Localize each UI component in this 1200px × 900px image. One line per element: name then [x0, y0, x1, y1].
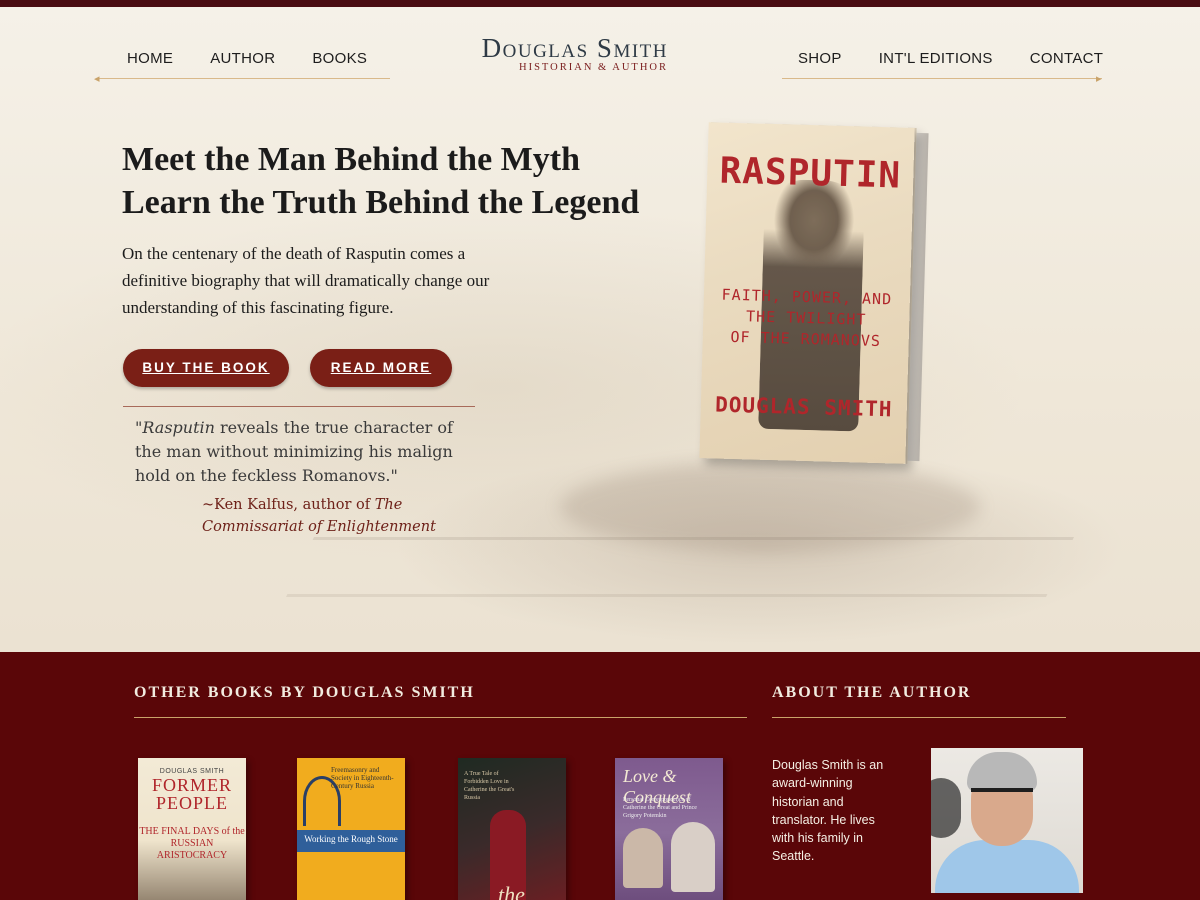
rasputin-book-cover[interactable]: RASPUTIN FAITH, POWER, AND THE TWILIGHT …: [699, 122, 915, 464]
other-books-heading: OTHER BOOKS BY DOUGLAS SMITH: [134, 684, 475, 701]
nav-author[interactable]: AUTHOR: [210, 50, 275, 67]
hero-background-texture: [286, 537, 1074, 597]
photo-background-art: [931, 778, 961, 838]
thumb-top-text: A True Tale of Forbidden Love in Catheri…: [464, 771, 515, 801]
thumb-title: Working the Rough Stone: [304, 834, 398, 844]
hero-headline: Meet the Man Behind the Myth Learn the T…: [122, 138, 642, 224]
logo-name: Douglas Smith: [481, 33, 668, 63]
thumb-portrait-2: [671, 822, 715, 892]
nav-divider-left: [98, 78, 390, 79]
nav-right: SHOP INT'L EDITIONS CONTACT: [798, 50, 1140, 67]
arrow-left-icon: ◂: [94, 72, 100, 85]
other-books-divider: [134, 717, 747, 718]
cover-subtitle: FAITH, POWER, AND THE TWILIGHT OF THE RO…: [702, 284, 910, 353]
nav-contact[interactable]: CONTACT: [1030, 50, 1103, 67]
thumb-subtitle: THE FINAL DAYS of the RUSSIAN ARISTOCRAC…: [139, 826, 245, 861]
about-author-text: Douglas Smith is an award-winning histor…: [772, 758, 884, 864]
review-quote: "Rasputin reveals the true character of …: [135, 416, 480, 488]
top-bar: [0, 0, 1200, 7]
thumb-title: the Pearl: [498, 882, 525, 900]
arrow-right-icon: ▸: [1096, 72, 1102, 85]
quote-attribution: ~Ken Kalfus, author of The Commissariat …: [202, 494, 462, 538]
hero-intro: On the centenary of the death of Rasputi…: [122, 244, 490, 317]
headline-line-1: Meet the Man Behind the Myth: [122, 141, 581, 178]
logo-tagline: HISTORIAN & AUTHOR: [519, 62, 668, 73]
thumb-subtitle: Personal Correspondence of Catherine the…: [623, 797, 697, 819]
book-thumb-working-the-rough-stone[interactable]: Freemasonry and Society in Eighteenth-Ce…: [297, 758, 405, 900]
photo-hair: [967, 752, 1037, 792]
photo-shirt: [935, 840, 1079, 893]
about-author-divider: [772, 717, 1066, 718]
nav-intl-editions[interactable]: INT'L EDITIONS: [879, 50, 993, 67]
nav-home[interactable]: HOME: [127, 50, 173, 67]
book-thumb-love-and-conquest[interactable]: Love & Conquest Personal Correspondence …: [615, 758, 723, 900]
book-thumb-former-people[interactable]: DOUGLAS SMITH FORMER PEOPLE THE FINAL DA…: [138, 758, 246, 900]
author-photo[interactable]: [931, 748, 1083, 893]
thumb-title-line-1: FORMER: [151, 775, 233, 795]
thumb-title: FORMER PEOPLE: [138, 776, 246, 812]
nav-left: HOME AUTHOR BOOKS: [127, 50, 404, 67]
attribution-prefix: ~Ken Kalfus, author of: [202, 497, 375, 513]
buy-book-button[interactable]: BUY THE BOOK: [123, 349, 289, 387]
glasses-icon: [971, 788, 1033, 802]
quote-book-title: Rasputin: [142, 418, 215, 437]
cover-subtitle-line-3: OF THE ROMANOVS: [730, 327, 882, 351]
nav-shop[interactable]: SHOP: [798, 50, 842, 67]
thumb-portrait: [623, 828, 663, 888]
about-author-heading: ABOUT THE AUTHOR: [772, 684, 972, 701]
book-thumb-the-pearl[interactable]: A True Tale of Forbidden Love in Catheri…: [458, 758, 566, 900]
headline-line-2: Learn the Truth Behind the Legend: [122, 184, 640, 221]
quote-divider: [123, 406, 475, 407]
thumb-top-text: Freemasonry and Society in Eighteenth-Ce…: [331, 766, 394, 790]
site-logo[interactable]: Douglas Smith HISTORIAN & AUTHOR: [446, 33, 668, 73]
thumb-author: DOUGLAS SMITH: [159, 768, 225, 775]
hero-section: [0, 7, 1200, 652]
cover-title: RASPUTIN: [719, 150, 902, 197]
read-more-button[interactable]: READ MORE: [310, 349, 452, 387]
nav-divider-right: [782, 78, 1102, 79]
nav-books[interactable]: BOOKS: [312, 50, 367, 67]
thumb-title-line-2: PEOPLE: [155, 793, 228, 813]
cover-author: DOUGLAS SMITH: [714, 392, 893, 422]
